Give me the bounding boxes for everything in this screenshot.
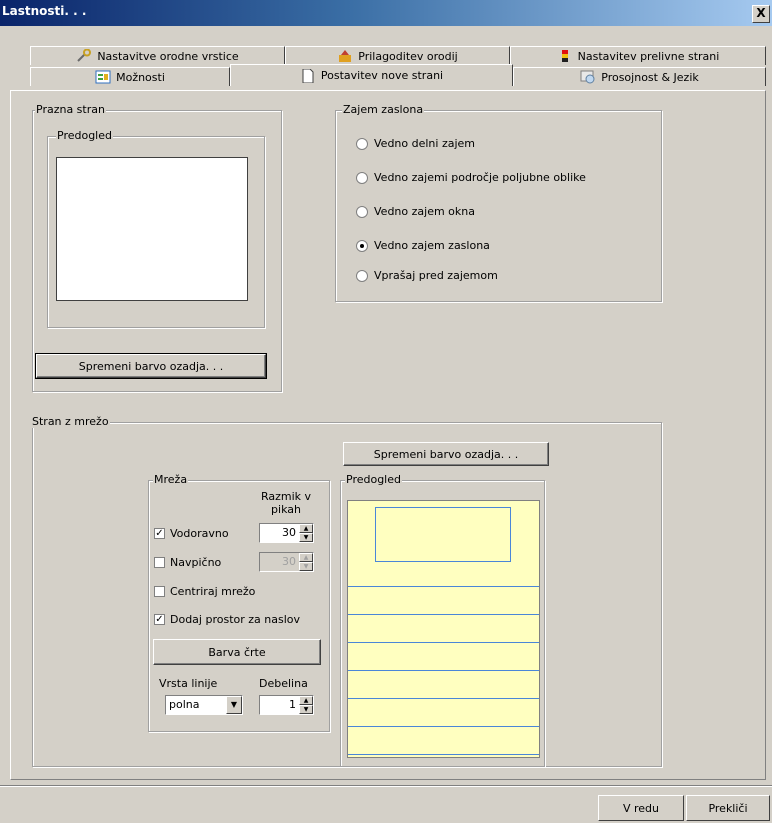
spin-down-icon: ▼	[299, 562, 313, 571]
capture-option-ask[interactable]: Vprašaj pred zajemom	[356, 269, 498, 282]
title-area-box	[375, 507, 511, 562]
grid-line	[348, 726, 539, 727]
horizontal-spacing-spinner[interactable]: 30 ▲ ▼	[259, 523, 314, 543]
grid-preview-legend: Predogled	[345, 473, 402, 486]
grid-preview-canvas	[347, 500, 540, 758]
tab-transparency-language[interactable]: Prosojnost & Jezik	[513, 67, 766, 86]
radio-label: Vprašaj pred zajemom	[374, 269, 498, 282]
vertical-spacing-spinner: 30 ▲ ▼	[259, 552, 314, 572]
radio-button[interactable]	[356, 171, 368, 184]
radio-label: Vedno delni zajem	[374, 137, 476, 150]
tab-options[interactable]: Možnosti	[30, 67, 230, 86]
capture-option-screen[interactable]: Vedno zajem zaslona	[356, 239, 490, 252]
capture-option-window[interactable]: Vedno zajem okna	[356, 205, 475, 218]
capture-option-partial[interactable]: Vedno delni zajem	[356, 137, 475, 150]
page-icon	[302, 68, 314, 83]
spacing-label: Razmik v pikah	[260, 490, 312, 516]
ok-button[interactable]: V redu	[598, 795, 684, 821]
spinner-value[interactable]: 30	[260, 524, 299, 542]
cancel-button[interactable]: Prekliči	[686, 795, 770, 821]
thickness-spinner[interactable]: 1 ▲ ▼	[259, 695, 314, 715]
title-space-checkbox-row[interactable]: ✓ Dodaj prostor za naslov	[154, 613, 300, 626]
radio-button[interactable]	[356, 205, 368, 218]
grid-line	[348, 754, 539, 755]
grid-line	[348, 614, 539, 615]
spin-up-icon[interactable]: ▲	[299, 524, 313, 533]
spin-down-icon[interactable]: ▼	[299, 705, 313, 714]
blank-page-legend: Prazna stran	[35, 103, 106, 116]
screen-capture-group: Zajem zaslona Vedno delni zajem Vedno za…	[335, 103, 662, 302]
grid-line	[348, 642, 539, 643]
blank-preview-legend: Predogled	[56, 129, 113, 142]
spin-down-icon[interactable]: ▼	[299, 533, 313, 542]
checkbox-label: Dodaj prostor za naslov	[170, 613, 301, 626]
center-grid-checkbox-row[interactable]: Centriraj mrežo	[154, 585, 255, 598]
capture-option-freeform[interactable]: Vedno zajemi področje poljubne oblike	[356, 171, 586, 184]
title-bar	[0, 0, 772, 26]
grid-change-bg-button[interactable]: Spremeni barvo ozadja. . .	[343, 442, 549, 466]
tab-label: Postavitev nove strani	[320, 69, 444, 82]
grid-page-group: Stran z mrežo Spremeni barvo ozadja. . .…	[31, 415, 662, 767]
options-icon	[95, 70, 111, 84]
blank-change-bg-button[interactable]: Spremeni barvo ozadja. . .	[35, 353, 267, 379]
title-space-checkbox[interactable]: ✓	[154, 614, 165, 625]
line-color-button[interactable]: Barva črte	[153, 639, 321, 665]
grid-settings-legend: Mreža	[153, 473, 189, 486]
line-type-select[interactable]: polna ▼	[165, 695, 243, 715]
horizontal-checkbox[interactable]: ✓	[154, 528, 165, 539]
tab-gradient-page[interactable]: Nastavitev prelivne strani	[510, 46, 766, 65]
spin-up-icon: ▲	[299, 553, 313, 562]
transparency-icon	[580, 70, 595, 84]
horizontal-checkbox-row[interactable]: ✓ Vodoravno	[154, 527, 229, 540]
grid-page-legend: Stran z mrežo	[31, 415, 110, 428]
blank-preview-canvas	[56, 157, 248, 301]
radio-button[interactable]	[356, 269, 368, 282]
close-button[interactable]: X	[752, 5, 770, 23]
spinner-value[interactable]: 1	[260, 696, 299, 714]
gradient-icon	[561, 50, 568, 62]
window-title: Lastnosti. . .	[2, 4, 87, 18]
radio-button[interactable]	[356, 137, 368, 150]
grid-preview-group: Predogled	[340, 473, 545, 767]
radio-button-selected[interactable]	[356, 239, 368, 252]
vertical-checkbox[interactable]	[154, 557, 165, 568]
wrench-icon	[77, 49, 92, 62]
tools-icon	[339, 50, 352, 62]
radio-label: Vedno zajemi področje poljubne oblike	[374, 171, 586, 184]
vertical-checkbox-row[interactable]: Navpično	[154, 556, 221, 569]
grid-line	[348, 670, 539, 671]
line-type-label: Vrsta linije	[159, 677, 218, 690]
radio-label: Vedno zajem okna	[374, 205, 475, 218]
checkbox-label: Centriraj mrežo	[170, 585, 256, 598]
screen-capture-legend: Zajem zaslona	[342, 103, 425, 116]
tab-label: Nastavitev prelivne strani	[577, 49, 720, 63]
blank-preview-group: Predogled	[47, 129, 265, 328]
radio-label: Vedno zajem zaslona	[374, 239, 490, 252]
tab-label: Prilagoditev orodij	[358, 49, 458, 63]
thickness-label: Debelina	[259, 677, 308, 690]
tab-new-page-layout[interactable]: Postavitev nove strani	[230, 64, 513, 86]
checkbox-label: Vodoravno	[170, 527, 229, 540]
tab-label: Nastavitve orodne vrstice	[97, 49, 239, 63]
spinner-value: 30	[282, 555, 296, 568]
select-value: polna	[169, 698, 200, 711]
tab-label: Prosojnost & Jezik	[601, 70, 699, 84]
chevron-down-icon[interactable]: ▼	[226, 696, 242, 714]
bottom-separator	[0, 785, 772, 787]
checkbox-label: Navpično	[170, 556, 222, 569]
blank-page-group: Prazna stran Predogled Spremeni barvo oz…	[32, 103, 282, 392]
tab-label: Možnosti	[116, 70, 165, 84]
tab-toolbar-settings[interactable]: Nastavitve orodne vrstice	[30, 46, 285, 65]
spin-up-icon[interactable]: ▲	[299, 696, 313, 705]
grid-line	[348, 698, 539, 699]
tab-tool-customization[interactable]: Prilagoditev orodij	[285, 46, 510, 65]
grid-settings-group: Mreža Razmik v pikah ✓ Vodoravno 30 ▲ ▼ N…	[148, 473, 330, 732]
grid-line	[348, 586, 539, 587]
center-grid-checkbox[interactable]	[154, 586, 165, 597]
